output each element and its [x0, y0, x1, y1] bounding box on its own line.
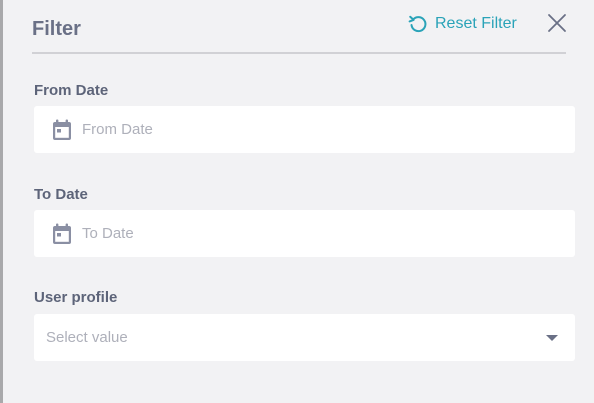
header-divider [32, 52, 566, 54]
filter-panel: Filter Reset Filter From Date From Date … [0, 0, 594, 403]
panel-title: Filter [32, 18, 81, 40]
from-date-input[interactable]: From Date [34, 106, 575, 153]
reset-filter-label: Reset Filter [435, 15, 517, 32]
user-profile-select[interactable]: Select value [34, 314, 575, 361]
close-button[interactable] [547, 13, 567, 33]
from-date-label: From Date [34, 82, 109, 99]
to-date-label: To Date [34, 186, 88, 203]
close-icon [548, 14, 566, 32]
to-date-placeholder: To Date [82, 225, 134, 242]
calendar-icon [52, 223, 72, 245]
from-date-placeholder: From Date [82, 121, 153, 138]
reset-icon [407, 13, 429, 35]
reset-filter-button[interactable]: Reset Filter [407, 12, 517, 36]
calendar-icon [52, 119, 72, 141]
user-profile-label: User profile [34, 289, 118, 306]
to-date-input[interactable]: To Date [34, 210, 575, 257]
user-profile-placeholder: Select value [46, 329, 128, 346]
caret-down-icon [546, 334, 558, 341]
